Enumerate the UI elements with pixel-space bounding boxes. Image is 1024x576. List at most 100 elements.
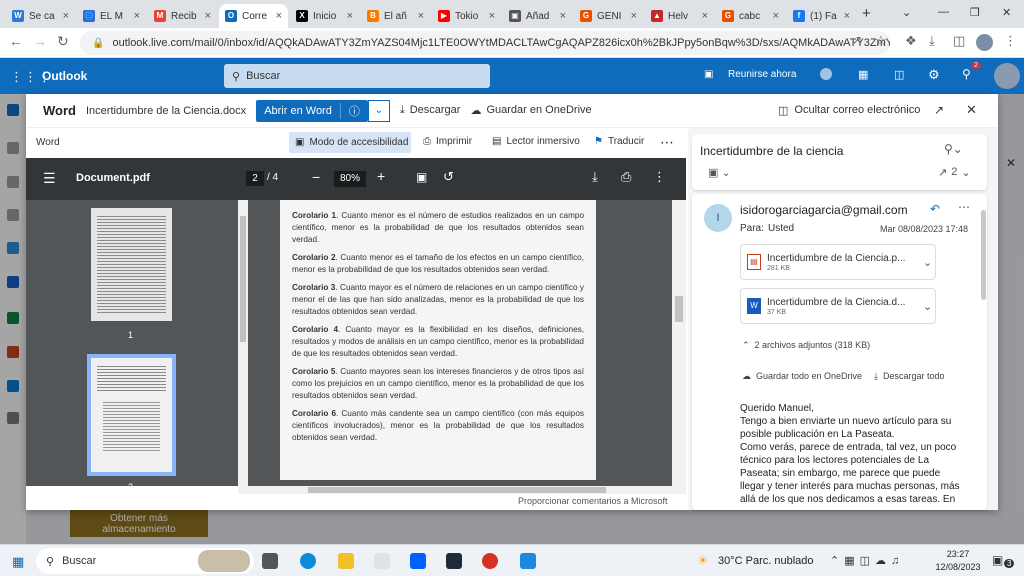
clock-time[interactable]: 23:27 [936, 549, 980, 559]
mail-scrollbar[interactable] [981, 210, 986, 300]
share-icon[interactable]: ↗ [852, 33, 862, 47]
left-scrollbar[interactable] [238, 200, 248, 486]
taskbar-search[interactable]: ⚲ Buscar [36, 548, 254, 574]
attachment-chevron-icon[interactable]: ⌄ [923, 256, 932, 269]
message-more-icon[interactable]: ⋯ [958, 200, 970, 214]
windows-start-icon[interactable]: ▦ [12, 554, 24, 570]
rotate-icon[interactable]: ↺ [443, 169, 454, 185]
close-viewer-icon[interactable]: ✕ [966, 102, 977, 118]
immersive-reader-button[interactable]: ▤ Lector inmersivo [492, 136, 580, 147]
restore-icon[interactable]: ❐ [970, 6, 980, 19]
page-thumbnail-1[interactable] [91, 208, 172, 321]
notification-center-icon[interactable]: ▣ [992, 553, 1003, 567]
tab-close-icon[interactable]: × [205, 10, 211, 22]
back-icon[interactable]: ← [9, 33, 23, 49]
profile-avatar[interactable] [976, 34, 993, 51]
tab-close-icon[interactable]: × [276, 10, 282, 22]
accessibility-mode-button[interactable]: ▣ Modo de accesibilidad [289, 132, 411, 153]
browser-tab[interactable]: W Se ca × [6, 4, 75, 28]
menu-icon[interactable]: ⋮ [1004, 33, 1017, 49]
edge-icon[interactable] [300, 553, 316, 569]
popout-icon[interactable]: ↗ [934, 103, 944, 117]
pdf-download-icon[interactable]: ⤓ [592, 169, 598, 185]
dropbox-icon[interactable] [410, 553, 426, 569]
settings-gear-icon[interactable]: ⚙ [928, 67, 940, 83]
store-icon[interactable] [374, 553, 390, 569]
reply-icon[interactable]: ↶ [930, 202, 940, 216]
chevron-down-icon[interactable]: ⌄ [367, 99, 390, 122]
browser-tab[interactable]: 🌐 EL M × [77, 4, 146, 28]
browser-tab[interactable]: G GENI × [574, 4, 643, 28]
info-icon[interactable]: ⓘ [339, 102, 368, 119]
meet-now-button[interactable]: Reunirse ahora [728, 69, 796, 80]
page-number-input[interactable]: 2 [246, 171, 264, 186]
tab-close-icon[interactable]: × [773, 10, 779, 22]
pdf-more-icon[interactable]: ⋮ [653, 169, 666, 185]
chevron-down-icon[interactable]: ⌄ [902, 6, 911, 19]
task-view-icon[interactable] [262, 553, 278, 569]
attachment-docx[interactable]: W Incertidumbre de la Ciencia.d... 37 KB… [740, 288, 936, 324]
attachment-pdf[interactable]: ▤ Incertidumbre de la Ciencia.p... 281 K… [740, 244, 936, 280]
new-tab-icon[interactable]: + [862, 5, 871, 22]
bookmark-star-icon[interactable]: ☆ [875, 33, 887, 49]
app-icon[interactable] [446, 553, 462, 569]
reload-icon[interactable]: ↻ [57, 33, 69, 50]
tag-icon[interactable]: ▣ ⌄ [708, 166, 731, 179]
open-in-word-button[interactable]: Abrir en Word ⓘ [256, 99, 368, 122]
browser-tab[interactable]: O Corre × [219, 4, 288, 28]
download-button[interactable]: ⤓ Descargar [400, 104, 461, 117]
account-avatar[interactable] [994, 63, 1020, 89]
tab-close-icon[interactable]: × [560, 10, 566, 22]
tab-close-icon[interactable]: × [418, 10, 424, 22]
outlook-search-input[interactable]: ⚲ Buscar [224, 64, 490, 88]
extensions-icon[interactable]: ❖ [905, 33, 917, 49]
minimize-icon[interactable]: — [938, 6, 949, 18]
browser-tab[interactable]: M Recib × [148, 4, 217, 28]
browser-tab[interactable]: B El añ × [361, 4, 430, 28]
zoom-level-input[interactable]: 80% [334, 171, 366, 187]
feedback-link[interactable]: Proporcionar comentarios a Microsoft [518, 496, 668, 506]
attachment-chevron-icon[interactable]: ⌄ [923, 300, 932, 313]
sender-email[interactable]: isidorogarciagarcia@gmail.com [740, 203, 908, 217]
save-onedrive-button[interactable]: ☁ Guardar en OneDrive [470, 104, 591, 117]
tab-close-icon[interactable]: × [844, 10, 850, 22]
zoom-out-icon[interactable]: − [312, 169, 320, 185]
page-thumbnail-2[interactable] [87, 354, 176, 476]
attachments-count-button[interactable]: ↗ 2 ⌄ [938, 166, 971, 179]
more-options-icon[interactable]: ⋯ [660, 134, 674, 151]
browser-tab[interactable]: Gcabc × [716, 4, 785, 28]
tab-close-icon[interactable]: × [63, 10, 69, 22]
browser-tab[interactable]: ▲ Helv × [645, 4, 714, 28]
tab-close-icon[interactable]: × [702, 10, 708, 22]
skype-icon[interactable] [820, 68, 832, 80]
fit-page-icon[interactable]: ▣ [416, 170, 427, 184]
file-explorer-icon[interactable] [338, 553, 354, 569]
right-scrollbar[interactable] [672, 200, 686, 486]
system-tray-icons[interactable]: ⌃▦◫☁♫ [830, 554, 904, 567]
tips-icon[interactable]: ⚲ [962, 67, 971, 81]
photos-icon[interactable] [520, 553, 536, 569]
print-button[interactable]: ⎙ Imprimir [423, 136, 472, 147]
zoom-in-icon[interactable]: + [377, 168, 385, 184]
clock-date[interactable]: 12/08/2023 [934, 562, 982, 572]
translate-button[interactable]: ⚑ Traducir [594, 136, 644, 147]
save-all-onedrive-button[interactable]: ☁ Guardar todo en OneDrive [742, 371, 862, 382]
attachments-summary[interactable]: ⌃ 2 archivos adjuntos (318 KB) [742, 340, 870, 351]
outlook-app-name[interactable]: Outlook [42, 69, 87, 83]
tab-close-icon[interactable]: × [489, 10, 495, 22]
chrome-icon[interactable] [482, 553, 498, 569]
teams-icon[interactable]: ▦ [858, 68, 868, 81]
address-bar[interactable]: 🔒 outlook.live.com/mail/0/inbox/id/AQQkA… [80, 31, 890, 55]
hide-mail-button[interactable]: ◫ Ocultar correo electrónico [778, 104, 920, 117]
calendar-icon[interactable]: ◫ [894, 68, 904, 81]
browser-tab[interactable]: ▶ Tokio × [432, 4, 501, 28]
hamburger-menu-icon[interactable]: ☰ [43, 170, 56, 187]
horizontal-scrollbar[interactable] [238, 486, 686, 494]
pdf-print-icon[interactable]: ⎙ [621, 169, 631, 185]
window-close-icon[interactable]: ✕ [1002, 6, 1011, 19]
sidepanel-icon[interactable]: ◫ [953, 33, 965, 49]
tab-close-icon[interactable]: × [347, 10, 353, 22]
browser-tab[interactable]: f (1) Fa × [787, 4, 856, 28]
tab-close-icon[interactable]: × [631, 10, 637, 22]
download-all-button[interactable]: ⤓ Descargar todo [874, 371, 945, 382]
